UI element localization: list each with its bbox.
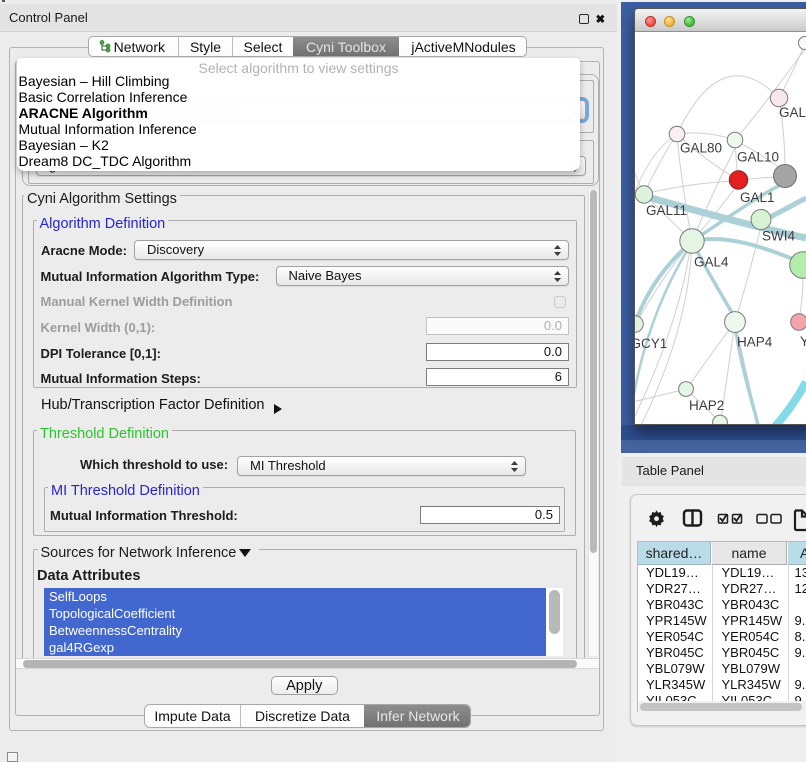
svg-text:Y: Y — [800, 334, 806, 349]
svg-text:HAP4: HAP4 — [737, 335, 773, 350]
svg-text:GAL10: GAL10 — [737, 150, 779, 165]
svg-text:GCY1: GCY1 — [635, 336, 667, 351]
svg-text:GAL7: GAL7 — [779, 105, 806, 120]
svg-text:GAL1: GAL1 — [740, 190, 775, 205]
svg-text:GAL11: GAL11 — [646, 203, 687, 218]
svg-text:HAP2: HAP2 — [689, 398, 724, 413]
svg-text:SWI4: SWI4 — [762, 229, 795, 244]
svg-text:GAL80: GAL80 — [680, 141, 722, 156]
svg-text:GAL4: GAL4 — [694, 255, 729, 270]
